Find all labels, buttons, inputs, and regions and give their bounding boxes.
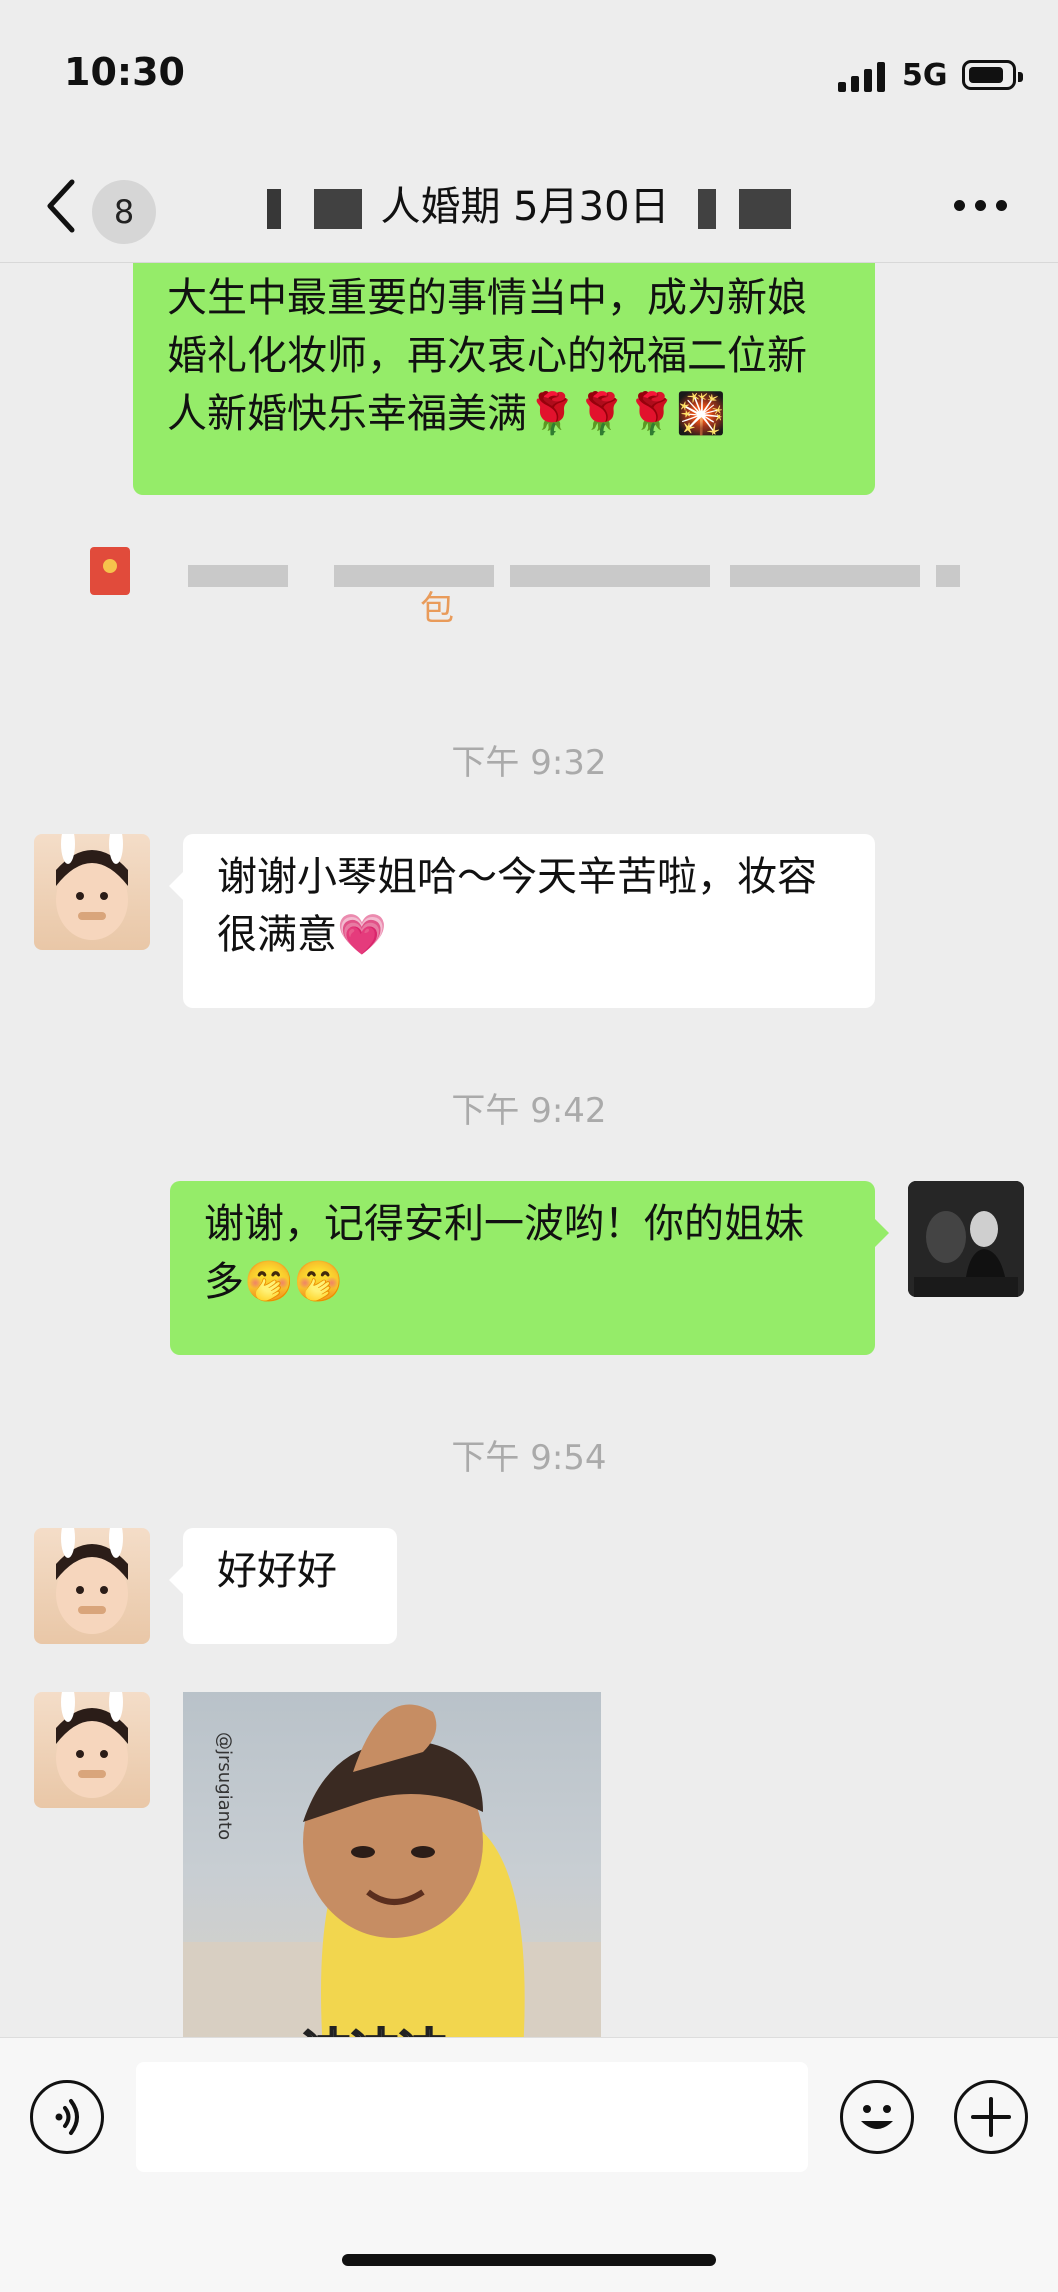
redacted-text: [334, 565, 494, 587]
emoji-icon[interactable]: [840, 2080, 914, 2154]
red-packet-text: 包: [420, 589, 454, 629]
sticker-image[interactable]: @jrsugianto 冲冲冲: [183, 1692, 601, 2037]
home-indicator[interactable]: [342, 2254, 716, 2266]
voice-icon[interactable]: [30, 2080, 104, 2154]
redacted-block: [698, 189, 717, 229]
message-bubble-received[interactable]: 好好好: [169, 1528, 397, 1644]
more-dots-icon[interactable]: [954, 200, 1008, 212]
timestamp: 下午 9:32: [451, 743, 607, 783]
red-packet-icon: [90, 547, 130, 595]
message-text: 好好好: [217, 1548, 337, 1594]
battery-icon: [962, 60, 1023, 90]
message-text: 大生中最重要的事情当中，成为新娘婚礼化妆师，再次衷心的祝福二位新人新婚快乐幸福美…: [167, 275, 807, 437]
avatar[interactable]: [34, 1528, 150, 1644]
message-bubble-sent[interactable]: 大生中最重要的事情当中，成为新娘婚礼化妆师，再次衷心的祝福二位新人新婚快乐幸福美…: [133, 263, 875, 495]
redacted-text: [936, 565, 960, 587]
red-packet-notice[interactable]: [90, 537, 980, 617]
network-type: 5G: [902, 58, 948, 93]
message-input[interactable]: [136, 2062, 808, 2172]
redacted-block: [738, 189, 791, 229]
input-bar: [0, 2037, 1058, 2292]
redacted-block: [267, 189, 282, 229]
chat-title: 人婚期 5月30日: [0, 174, 1058, 232]
message-text: 谢谢，记得安利一波哟！你的姐妹多🤭🤭: [204, 1201, 804, 1305]
message-bubble-sent[interactable]: 谢谢，记得安利一波哟！你的姐妹多🤭🤭: [170, 1181, 889, 1355]
message-text: 谢谢小琴姐哈～今天辛苦啦，妆容很满意💗: [217, 854, 817, 958]
timestamp: 下午 9:42: [451, 1091, 607, 1131]
timestamp: 下午 9:54: [451, 1438, 607, 1478]
redacted-text: [730, 565, 920, 587]
avatar[interactable]: [908, 1181, 1024, 1297]
sticker-watermark: @jrsugianto: [214, 1732, 235, 1841]
status-bar: 10:30 5G: [0, 0, 1058, 150]
plus-icon[interactable]: [954, 2080, 1028, 2154]
signal-icon: [838, 62, 888, 92]
redacted-text: [188, 565, 288, 587]
chat-messages[interactable]: 大生中最重要的事情当中，成为新娘婚礼化妆师，再次衷心的祝福二位新人新婚快乐幸福美…: [0, 263, 1058, 2037]
redacted-block: [313, 189, 362, 229]
chat-header: 8 人婚期 5月30日: [0, 150, 1058, 263]
avatar[interactable]: [34, 1692, 150, 1808]
status-time: 10:30: [64, 50, 185, 94]
sticker-caption: 冲冲冲: [302, 2012, 448, 2037]
avatar[interactable]: [34, 834, 150, 950]
message-bubble-received[interactable]: 谢谢小琴姐哈～今天辛苦啦，妆容很满意💗: [169, 834, 875, 1008]
redacted-text: [510, 565, 710, 587]
chat-title-text: 人婚期 5月30日: [380, 184, 670, 230]
